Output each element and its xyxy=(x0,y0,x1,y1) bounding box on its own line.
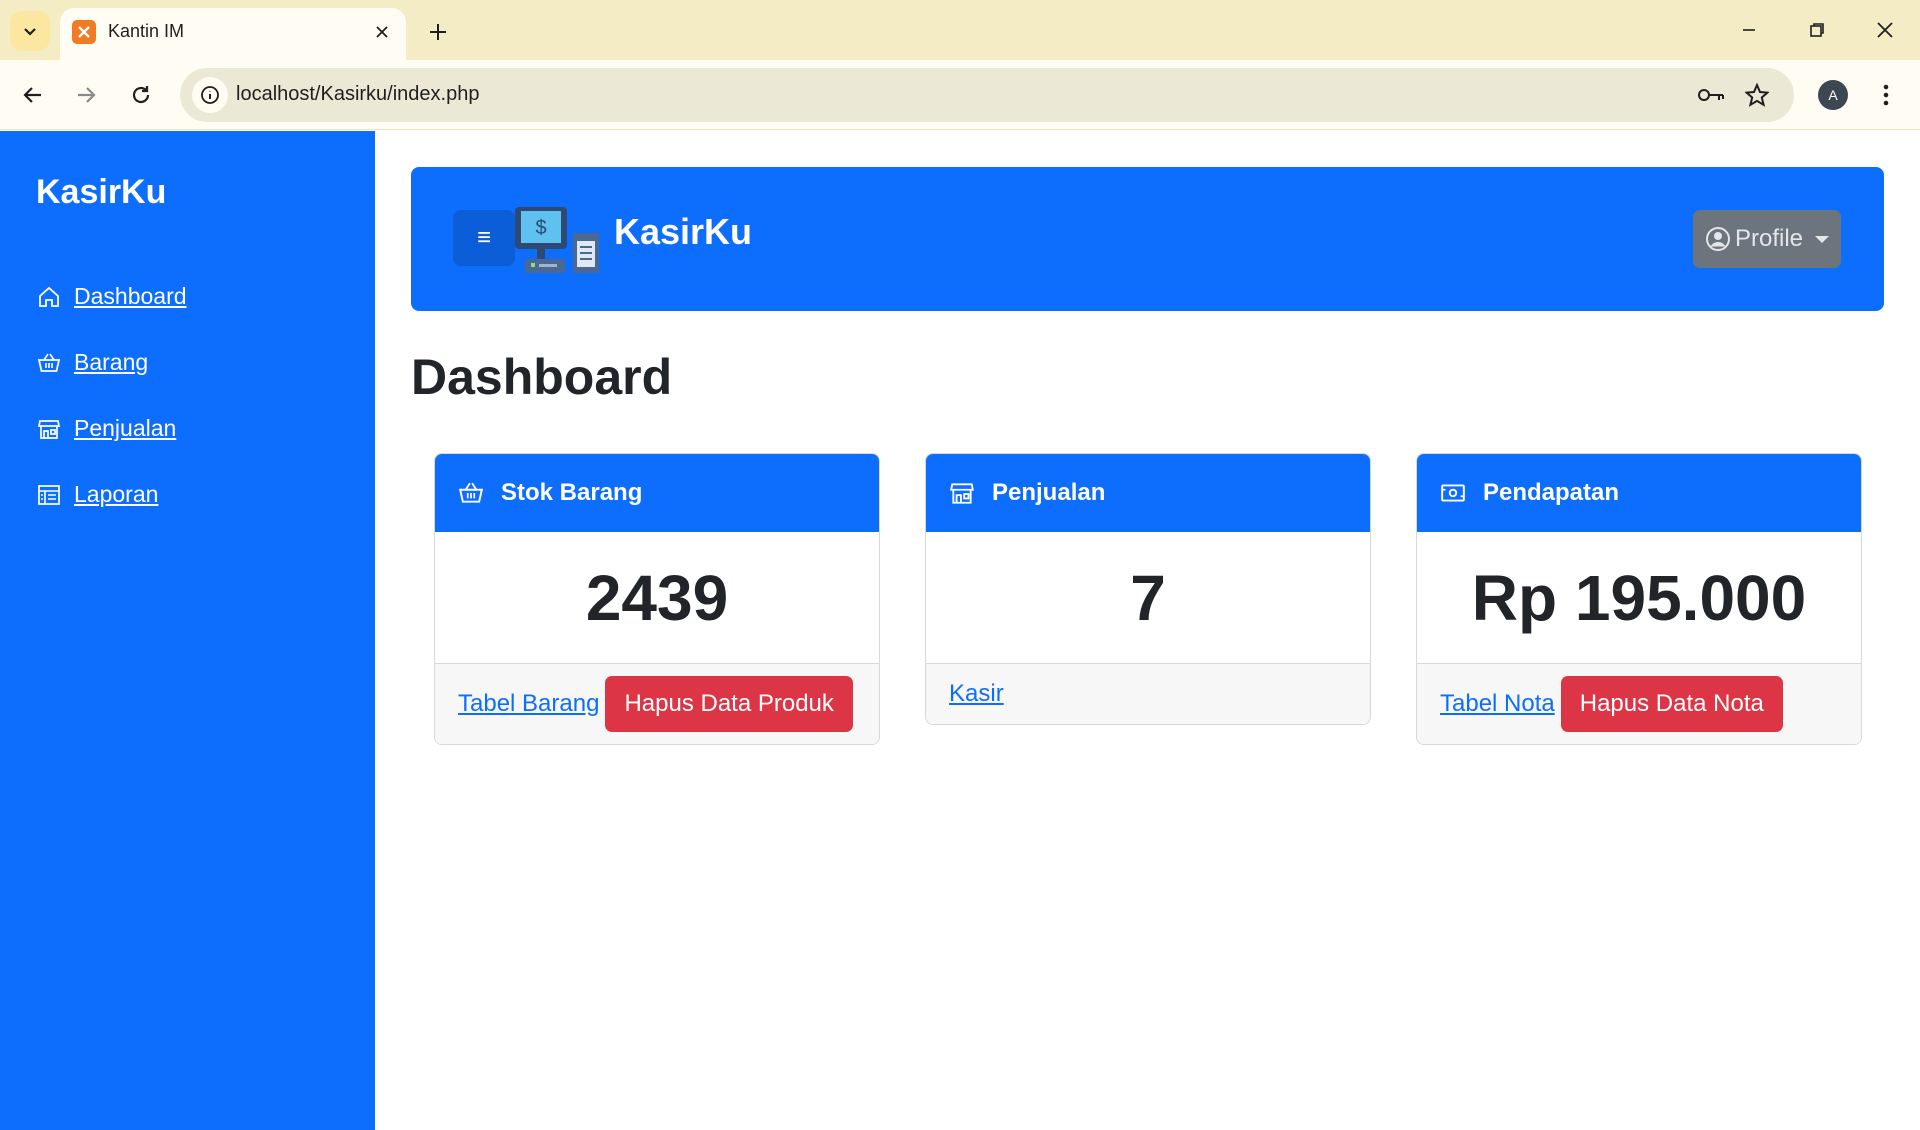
cash-icon xyxy=(1439,479,1467,507)
xampp-favicon-icon xyxy=(72,20,96,44)
card-value: Rp 195.000 xyxy=(1417,532,1861,664)
caret-down-icon xyxy=(1815,235,1830,243)
url-text[interactable]: localhost/Kasirku/index.php xyxy=(236,83,479,106)
card-pendapatan: Pendapatan Rp 195.000 Tabel Nota Hapus D… xyxy=(1416,453,1862,745)
card-title: Stok Barang xyxy=(501,479,643,506)
card-header: Pendapatan xyxy=(1417,454,1861,532)
profile-label: Profile xyxy=(1735,225,1804,252)
browser-tab[interactable]: Kantin IM xyxy=(60,8,406,60)
tab-search-button[interactable] xyxy=(10,11,50,51)
tabel-nota-link[interactable]: Tabel Nota xyxy=(1440,690,1555,718)
store-icon xyxy=(36,416,62,442)
card-stok-barang: Stok Barang 2439 Tabel Barang Hapus Data… xyxy=(434,453,880,745)
browser-tab-strip: Kantin IM xyxy=(0,0,1920,60)
close-window-icon[interactable] xyxy=(1862,12,1908,48)
address-bar[interactable]: localhost/Kasirku/index.php xyxy=(180,68,1794,122)
sidebar-item-label: Penjualan xyxy=(74,415,177,441)
hapus-data-produk-button[interactable]: Hapus Data Produk xyxy=(605,676,853,732)
sidebar-item-label: Barang xyxy=(74,349,149,375)
bookmark-star-icon[interactable] xyxy=(1742,80,1772,110)
profile-avatar[interactable]: A xyxy=(1818,80,1848,110)
tab-close-icon[interactable] xyxy=(370,20,394,44)
tabel-barang-link[interactable]: Tabel Barang xyxy=(458,690,599,718)
browser-toolbar: localhost/Kasirku/index.php A xyxy=(0,60,1920,130)
sidebar-item-penjualan[interactable]: Penjualan xyxy=(36,415,176,442)
kebab-menu-icon[interactable] xyxy=(1868,77,1904,113)
navbar-brand[interactable]: KasirKu xyxy=(614,211,752,253)
sidebar-item-label: Laporan xyxy=(74,481,159,507)
store-icon xyxy=(948,479,976,507)
card-title: Pendapatan xyxy=(1483,479,1620,506)
profile-dropdown-button[interactable]: Profile xyxy=(1693,210,1841,268)
top-navbar: ≡ $ KasirKu Profile xyxy=(411,167,1884,311)
card-header: Stok Barang xyxy=(435,454,879,532)
card-footer: Kasir xyxy=(926,664,1370,724)
forward-arrow-icon[interactable] xyxy=(68,77,104,113)
svg-text:$: $ xyxy=(535,217,546,239)
report-icon xyxy=(36,482,62,508)
reload-icon[interactable] xyxy=(123,77,159,113)
sidebar-item-dashboard[interactable]: Dashboard xyxy=(36,283,187,310)
card-header: Penjualan xyxy=(926,454,1370,532)
minimize-icon[interactable] xyxy=(1726,12,1772,48)
card-value: 2439 xyxy=(435,532,879,664)
sidebar-item-label: Dashboard xyxy=(74,283,187,309)
page-title: Dashboard xyxy=(411,349,673,405)
card-footer: Tabel Nota Hapus Data Nota xyxy=(1417,664,1861,744)
card-penjualan: Penjualan 7 Kasir xyxy=(925,453,1371,725)
back-arrow-icon[interactable] xyxy=(15,77,51,113)
sidebar-item-barang[interactable]: Barang xyxy=(36,349,148,376)
basket-icon xyxy=(457,479,485,507)
chevron-down-icon xyxy=(24,28,36,36)
home-icon xyxy=(36,284,62,310)
basket-icon xyxy=(36,350,62,376)
sidebar: KasirKu Dashboard Barang Penjualan Lapor… xyxy=(0,131,375,1130)
kasir-link[interactable]: Kasir xyxy=(949,680,1004,708)
key-icon[interactable] xyxy=(1696,80,1726,110)
card-footer: Tabel Barang Hapus Data Produk xyxy=(435,664,879,744)
cashier-logo-icon: $ xyxy=(515,207,599,273)
site-info-icon[interactable] xyxy=(192,77,228,113)
card-value: 7 xyxy=(926,532,1370,664)
restore-icon[interactable] xyxy=(1794,12,1840,48)
hapus-data-nota-button[interactable]: Hapus Data Nota xyxy=(1560,676,1783,732)
card-title: Penjualan xyxy=(992,479,1106,506)
sidebar-item-laporan[interactable]: Laporan xyxy=(36,481,158,508)
new-tab-icon[interactable] xyxy=(422,16,454,48)
sidebar-toggle-button[interactable]: ≡ xyxy=(453,210,515,266)
sidebar-brand[interactable]: KasirKu xyxy=(36,173,166,212)
tab-title: Kantin IM xyxy=(108,21,185,41)
user-circle-icon xyxy=(1706,227,1730,251)
